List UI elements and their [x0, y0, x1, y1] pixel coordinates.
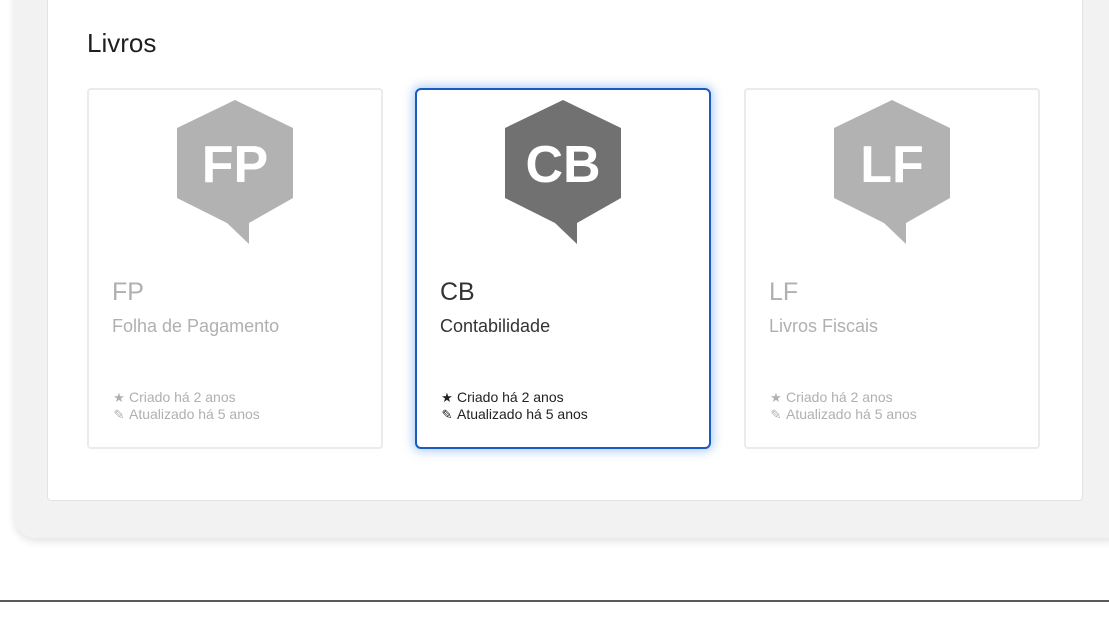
star-icon: ★: [770, 390, 782, 405]
book-meta: ★ Criado há 2 anos ✎ Atualizado há 5 ano…: [440, 389, 588, 423]
book-card-fp[interactable]: FP FP Folha de Pagamento ★ Criado há 2 a…: [87, 88, 383, 449]
book-card-lf[interactable]: LF LF Livros Fiscais ★ Criado há 2 anos …: [744, 88, 1040, 449]
badge-text: LF: [860, 136, 924, 194]
badge-text: CB: [525, 136, 600, 194]
updated-text: Atualizado há 5 anos: [786, 406, 917, 422]
book-card-cb[interactable]: CB CB Contabilidade ★ Criado há 2 anos ✎…: [415, 88, 711, 449]
pencil-icon: ✎: [770, 407, 782, 422]
book-meta: ★ Criado há 2 anos ✎ Atualizado há 5 ano…: [769, 389, 917, 423]
book-code: CB: [440, 278, 475, 306]
pencil-icon: ✎: [441, 407, 453, 422]
star-icon: ★: [441, 390, 453, 405]
book-code: FP: [112, 278, 144, 306]
book-name: Folha de Pagamento: [112, 316, 280, 336]
book-badge-icon: FP: [173, 98, 297, 246]
updated-row: ✎ Atualizado há 5 anos: [112, 406, 260, 423]
pencil-icon: ✎: [113, 407, 125, 422]
created-text: Criado há 2 anos: [786, 389, 893, 405]
star-icon: ★: [113, 390, 125, 405]
created-text: Criado há 2 anos: [457, 389, 564, 405]
book-meta: ★ Criado há 2 anos ✎ Atualizado há 5 ano…: [112, 389, 260, 423]
section-title: Livros: [87, 28, 157, 58]
bottom-divider: [0, 600, 1109, 602]
updated-text: Atualizado há 5 anos: [129, 406, 260, 422]
created-text: Criado há 2 anos: [129, 389, 236, 405]
created-row: ★ Criado há 2 anos: [769, 389, 917, 406]
created-row: ★ Criado há 2 anos: [112, 389, 260, 406]
created-row: ★ Criado há 2 anos: [440, 389, 588, 406]
badge-text: FP: [202, 136, 268, 194]
book-name: Livros Fiscais: [769, 316, 879, 336]
book-badge-icon: LF: [830, 98, 954, 246]
book-code: LF: [769, 278, 799, 306]
book-name: Contabilidade: [440, 316, 551, 336]
book-badge-icon: CB: [501, 98, 625, 246]
updated-text: Atualizado há 5 anos: [457, 406, 588, 422]
updated-row: ✎ Atualizado há 5 anos: [440, 406, 588, 423]
updated-row: ✎ Atualizado há 5 anos: [769, 406, 917, 423]
